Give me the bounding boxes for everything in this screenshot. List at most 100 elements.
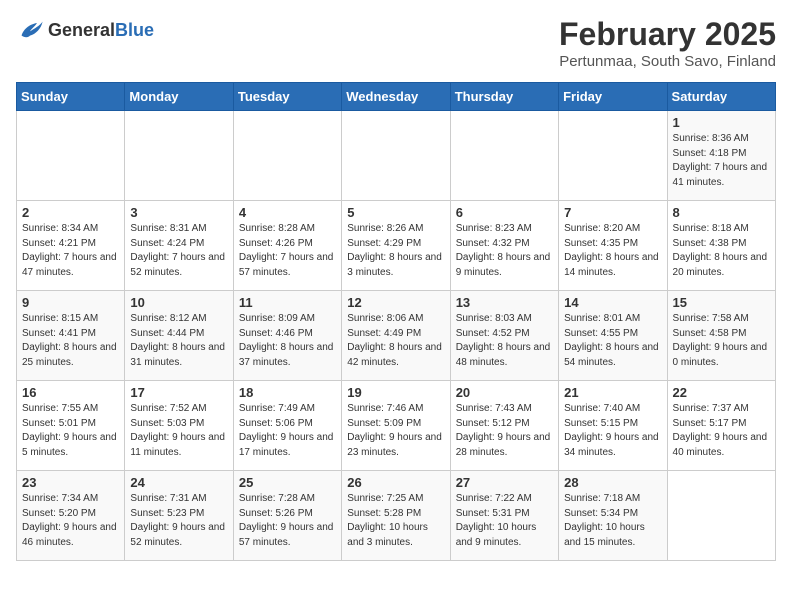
calendar-cell: 13 Sunrise: 8:03 AM Sunset: 4:52 PM Dayli…	[450, 291, 558, 381]
day-number: 23	[22, 475, 119, 490]
calendar-cell: 5 Sunrise: 8:26 AM Sunset: 4:29 PM Daylig…	[342, 201, 450, 291]
day-number: 16	[22, 385, 119, 400]
logo: GeneralBlue	[16, 16, 154, 44]
day-detail: Sunrise: 7:55 AM Sunset: 5:01 PM Dayligh…	[22, 402, 119, 460]
calendar-cell: 21 Sunrise: 7:40 AM Sunset: 5:15 PM Dayli…	[559, 381, 667, 471]
day-number: 17	[130, 385, 227, 400]
page-header: GeneralBlue February 2025 Pertunmaa, Sou…	[16, 16, 776, 70]
calendar-cell: 18 Sunrise: 7:49 AM Sunset: 5:06 PM Dayli…	[233, 381, 341, 471]
day-number: 6	[456, 205, 553, 220]
day-detail: Sunrise: 7:34 AM Sunset: 5:20 PM Dayligh…	[22, 492, 119, 550]
day-number: 9	[22, 295, 119, 310]
calendar-cell: 11 Sunrise: 8:09 AM Sunset: 4:46 PM Dayli…	[233, 291, 341, 381]
day-detail: Sunrise: 8:15 AM Sunset: 4:41 PM Dayligh…	[22, 312, 119, 370]
calendar-cell: 14 Sunrise: 8:01 AM Sunset: 4:55 PM Dayli…	[559, 291, 667, 381]
day-number: 24	[130, 475, 227, 490]
calendar-cell: 2Sunrise: 8:34 AM Sunset: 4:21 PM Daylig…	[17, 201, 125, 291]
calendar-week-row: 1 Sunrise: 8:36 AM Sunset: 4:18 PM Daylig…	[17, 111, 776, 201]
day-detail: Sunrise: 8:36 AM Sunset: 4:18 PM Dayligh…	[673, 132, 770, 190]
day-number: 28	[564, 475, 661, 490]
weekday-header-thursday: Thursday	[450, 83, 558, 111]
weekday-header-tuesday: Tuesday	[233, 83, 341, 111]
day-number: 12	[347, 295, 444, 310]
calendar-cell: 4Sunrise: 8:28 AM Sunset: 4:26 PM Daylig…	[233, 201, 341, 291]
day-number: 19	[347, 385, 444, 400]
day-detail: Sunrise: 8:28 AM Sunset: 4:26 PM Dayligh…	[239, 222, 336, 280]
day-detail: Sunrise: 8:34 AM Sunset: 4:21 PM Dayligh…	[22, 222, 119, 280]
weekday-header-saturday: Saturday	[667, 83, 775, 111]
calendar-cell: 28 Sunrise: 7:18 AM Sunset: 5:34 PM Dayli…	[559, 471, 667, 561]
calendar-cell	[342, 111, 450, 201]
weekday-header-monday: Monday	[125, 83, 233, 111]
calendar-cell: 16 Sunrise: 7:55 AM Sunset: 5:01 PM Dayli…	[17, 381, 125, 471]
calendar-cell: 6 Sunrise: 8:23 AM Sunset: 4:32 PM Daylig…	[450, 201, 558, 291]
day-number: 21	[564, 385, 661, 400]
calendar-cell	[450, 111, 558, 201]
day-number: 22	[673, 385, 770, 400]
day-number: 8	[673, 205, 770, 220]
day-number: 3	[130, 205, 227, 220]
day-detail: Sunrise: 7:28 AM Sunset: 5:26 PM Dayligh…	[239, 492, 336, 550]
day-detail: Sunrise: 7:52 AM Sunset: 5:03 PM Dayligh…	[130, 402, 227, 460]
calendar-cell	[233, 111, 341, 201]
calendar-cell	[667, 471, 775, 561]
calendar-cell: 22 Sunrise: 7:37 AM Sunset: 5:17 PM Dayli…	[667, 381, 775, 471]
calendar-cell: 20 Sunrise: 7:43 AM Sunset: 5:12 PM Dayli…	[450, 381, 558, 471]
day-detail: Sunrise: 8:09 AM Sunset: 4:46 PM Dayligh…	[239, 312, 336, 370]
day-detail: Sunrise: 7:43 AM Sunset: 5:12 PM Dayligh…	[456, 402, 553, 460]
day-number: 7	[564, 205, 661, 220]
day-number: 27	[456, 475, 553, 490]
calendar-week-row: 23 Sunrise: 7:34 AM Sunset: 5:20 PM Dayli…	[17, 471, 776, 561]
day-detail: Sunrise: 7:58 AM Sunset: 4:58 PM Dayligh…	[673, 312, 770, 370]
day-detail: Sunrise: 7:49 AM Sunset: 5:06 PM Dayligh…	[239, 402, 336, 460]
day-detail: Sunrise: 7:18 AM Sunset: 5:34 PM Dayligh…	[564, 492, 661, 550]
weekday-header-row: SundayMondayTuesdayWednesdayThursdayFrid…	[17, 83, 776, 111]
day-number: 11	[239, 295, 336, 310]
calendar-cell: 3Sunrise: 8:31 AM Sunset: 4:24 PM Daylig…	[125, 201, 233, 291]
calendar-cell	[559, 111, 667, 201]
calendar-cell: 23 Sunrise: 7:34 AM Sunset: 5:20 PM Dayli…	[17, 471, 125, 561]
day-number: 25	[239, 475, 336, 490]
month-title: February 2025	[559, 16, 776, 53]
day-detail: Sunrise: 8:01 AM Sunset: 4:55 PM Dayligh…	[564, 312, 661, 370]
day-number: 14	[564, 295, 661, 310]
calendar-cell	[17, 111, 125, 201]
calendar-cell: 24Sunrise: 7:31 AM Sunset: 5:23 PM Dayli…	[125, 471, 233, 561]
calendar-cell	[125, 111, 233, 201]
day-detail: Sunrise: 8:12 AM Sunset: 4:44 PM Dayligh…	[130, 312, 227, 370]
weekday-header-sunday: Sunday	[17, 83, 125, 111]
day-detail: Sunrise: 7:40 AM Sunset: 5:15 PM Dayligh…	[564, 402, 661, 460]
day-detail: Sunrise: 7:37 AM Sunset: 5:17 PM Dayligh…	[673, 402, 770, 460]
day-number: 18	[239, 385, 336, 400]
calendar-week-row: 2Sunrise: 8:34 AM Sunset: 4:21 PM Daylig…	[17, 201, 776, 291]
day-detail: Sunrise: 8:20 AM Sunset: 4:35 PM Dayligh…	[564, 222, 661, 280]
day-number: 10	[130, 295, 227, 310]
calendar-cell: 27 Sunrise: 7:22 AM Sunset: 5:31 PM Dayli…	[450, 471, 558, 561]
day-detail: Sunrise: 8:06 AM Sunset: 4:49 PM Dayligh…	[347, 312, 444, 370]
calendar-cell: 7 Sunrise: 8:20 AM Sunset: 4:35 PM Daylig…	[559, 201, 667, 291]
day-detail: Sunrise: 8:18 AM Sunset: 4:38 PM Dayligh…	[673, 222, 770, 280]
calendar-cell: 9 Sunrise: 8:15 AM Sunset: 4:41 PM Daylig…	[17, 291, 125, 381]
day-detail: Sunrise: 8:03 AM Sunset: 4:52 PM Dayligh…	[456, 312, 553, 370]
calendar-cell: 19 Sunrise: 7:46 AM Sunset: 5:09 PM Dayli…	[342, 381, 450, 471]
logo-text: GeneralBlue	[48, 20, 154, 41]
day-number: 13	[456, 295, 553, 310]
calendar-week-row: 16 Sunrise: 7:55 AM Sunset: 5:01 PM Dayli…	[17, 381, 776, 471]
logo-icon	[16, 16, 44, 44]
calendar-cell: 12 Sunrise: 8:06 AM Sunset: 4:49 PM Dayli…	[342, 291, 450, 381]
day-number: 15	[673, 295, 770, 310]
weekday-header-wednesday: Wednesday	[342, 83, 450, 111]
day-detail: Sunrise: 8:26 AM Sunset: 4:29 PM Dayligh…	[347, 222, 444, 280]
calendar-cell: 8 Sunrise: 8:18 AM Sunset: 4:38 PM Daylig…	[667, 201, 775, 291]
day-detail: Sunrise: 8:23 AM Sunset: 4:32 PM Dayligh…	[456, 222, 553, 280]
day-number: 20	[456, 385, 553, 400]
calendar-cell: 15 Sunrise: 7:58 AM Sunset: 4:58 PM Dayli…	[667, 291, 775, 381]
calendar-cell: 1 Sunrise: 8:36 AM Sunset: 4:18 PM Daylig…	[667, 111, 775, 201]
calendar-table: SundayMondayTuesdayWednesdayThursdayFrid…	[16, 82, 776, 561]
location-title: Pertunmaa, South Savo, Finland	[559, 53, 776, 70]
day-number: 5	[347, 205, 444, 220]
calendar-cell: 17 Sunrise: 7:52 AM Sunset: 5:03 PM Dayli…	[125, 381, 233, 471]
day-detail: Sunrise: 7:22 AM Sunset: 5:31 PM Dayligh…	[456, 492, 553, 550]
day-detail: Sunrise: 7:46 AM Sunset: 5:09 PM Dayligh…	[347, 402, 444, 460]
day-number: 1	[673, 115, 770, 130]
